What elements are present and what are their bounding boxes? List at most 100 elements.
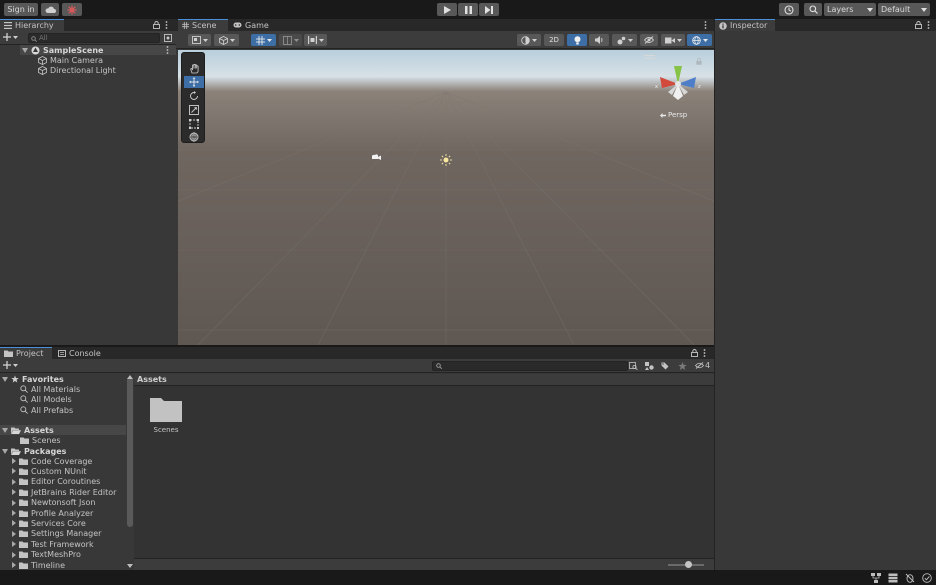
package-label: Settings Manager <box>31 529 102 539</box>
rect-tool[interactable] <box>184 118 204 130</box>
assets-item-scenes[interactable]: Scenes <box>20 435 61 445</box>
audio-toggle[interactable] <box>589 34 609 46</box>
collab-button[interactable] <box>62 3 82 16</box>
check-circle-icon[interactable] <box>922 573 932 583</box>
package-label: Code Coverage <box>31 456 93 466</box>
package-label: Profile Analyzer <box>31 508 94 518</box>
create-asset-button[interactable] <box>3 361 18 369</box>
hierarchy-item-directional-light[interactable]: Directional Light <box>38 65 116 75</box>
tag-icon[interactable] <box>661 362 669 370</box>
kebab-menu-icon[interactable] <box>704 21 707 29</box>
package-item[interactable]: Code Coverage <box>12 456 92 466</box>
effects-dropdown[interactable] <box>612 34 637 46</box>
step-button[interactable] <box>479 3 499 16</box>
scale-tool[interactable] <box>184 104 204 116</box>
debug-mode-icon[interactable] <box>905 573 915 583</box>
projection-toggle[interactable]: Persp <box>660 111 687 119</box>
pause-button[interactable] <box>458 3 478 16</box>
cloud-button[interactable] <box>41 3 59 16</box>
scene-visibility-toggle[interactable] <box>640 34 658 46</box>
inspector-tabbar: Inspector <box>715 19 936 31</box>
history-button[interactable] <box>779 3 799 16</box>
hidden-packages-toggle[interactable]: 4 <box>695 361 710 370</box>
assets-breadcrumb[interactable]: Assets <box>134 374 714 386</box>
kebab-menu-icon[interactable] <box>927 21 930 29</box>
network-icon[interactable] <box>871 573 881 583</box>
package-item[interactable]: TextMeshPro <box>12 550 81 560</box>
scene-viewport[interactable]: x z Persp <box>178 50 714 345</box>
package-item[interactable]: Timeline <box>12 560 65 570</box>
collapsed-arrow-icon <box>12 551 16 558</box>
rotate-tool[interactable] <box>184 90 204 102</box>
favorite-item-all-models[interactable]: All Models <box>20 394 72 404</box>
package-item[interactable]: Editor Coroutines <box>12 477 100 487</box>
kebab-menu-icon[interactable] <box>703 349 706 357</box>
tab-inspector[interactable]: Inspector <box>715 19 775 31</box>
cache-server-icon[interactable] <box>888 573 898 583</box>
package-item[interactable]: Services Core <box>12 518 86 528</box>
tab-game[interactable]: Game <box>229 19 279 31</box>
lock-icon[interactable] <box>153 21 160 29</box>
star-icon[interactable] <box>678 362 687 370</box>
package-item[interactable]: Newtonsoft Json <box>12 498 95 508</box>
hierarchy-scene-row[interactable]: SampleScene <box>20 45 176 55</box>
layers-dropdown[interactable]: Layers <box>824 3 876 16</box>
search-by-type-icon[interactable] <box>629 362 638 370</box>
hand-tool[interactable] <box>184 63 204 75</box>
scene-visibility-icon[interactable] <box>164 34 172 42</box>
toggle-2d-button[interactable]: 2D <box>544 34 564 46</box>
folder-icon <box>19 499 28 507</box>
package-item[interactable]: Profile Analyzer <box>12 508 93 518</box>
play-button[interactable] <box>437 3 457 16</box>
scroll-up-icon[interactable] <box>127 375 133 379</box>
hierarchy-item-main-camera[interactable]: Main Camera <box>38 55 103 65</box>
transform-tool[interactable] <box>184 131 204 143</box>
package-item[interactable]: Settings Manager <box>12 529 101 539</box>
favorites-section[interactable]: Favorites <box>2 374 64 384</box>
favorite-item-all-materials[interactable]: All Materials <box>20 384 80 394</box>
lock-icon[interactable] <box>691 349 698 357</box>
project-tree-scrollbar[interactable] <box>127 377 133 527</box>
kebab-menu-icon[interactable] <box>165 21 168 29</box>
scroll-down-icon[interactable] <box>127 564 133 568</box>
render-dropdown[interactable] <box>214 34 239 46</box>
sign-in-button[interactable]: Sign in <box>4 3 38 16</box>
lighting-toggle[interactable] <box>567 34 587 46</box>
filter-type-icon[interactable] <box>645 362 654 370</box>
project-search-input[interactable] <box>432 361 628 371</box>
shading-mode-dropdown[interactable] <box>517 34 541 46</box>
grid-snapping-toggle[interactable] <box>251 34 276 46</box>
draw-mode-dropdown[interactable] <box>188 34 211 46</box>
favorite-item-all-prefabs[interactable]: All Prefabs <box>20 405 73 415</box>
tab-scene[interactable]: Scene <box>178 19 228 31</box>
tab-hierarchy[interactable]: Hierarchy <box>0 19 64 31</box>
assets-section[interactable]: Assets <box>0 425 126 435</box>
asset-item-scenes[interactable]: Scenes <box>144 396 188 434</box>
increment-snap-dropdown[interactable] <box>279 34 302 46</box>
package-item[interactable]: JetBrains Rider Editor <box>12 487 116 497</box>
collapsed-arrow-icon <box>12 541 16 548</box>
package-item[interactable]: Test Framework <box>12 539 94 549</box>
gizmos-dropdown[interactable] <box>687 34 712 46</box>
scene-menu-icon[interactable] <box>166 46 169 54</box>
tab-console[interactable]: Console <box>54 347 106 359</box>
sun-light-icon[interactable] <box>440 154 452 166</box>
camera-dropdown[interactable] <box>661 34 685 46</box>
project-footer <box>134 558 714 570</box>
packages-section[interactable]: Packages <box>2 446 66 456</box>
add-object-button[interactable] <box>3 33 18 41</box>
package-item[interactable]: Custom NUnit <box>12 466 86 476</box>
camera-gizmo-icon[interactable] <box>372 154 381 161</box>
icon-size-slider-handle[interactable] <box>685 561 692 568</box>
gizmo-menu-icon[interactable] <box>644 55 655 59</box>
move-tool[interactable] <box>184 76 204 88</box>
layout-dropdown[interactable]: Default <box>878 3 930 16</box>
scene-name: SampleScene <box>43 45 104 55</box>
orientation-gizmo[interactable]: x z <box>652 64 704 104</box>
search-button[interactable] <box>804 3 822 16</box>
hierarchy-search-input[interactable]: All <box>28 33 160 43</box>
tab-project[interactable]: Project <box>0 347 52 359</box>
lock-icon[interactable] <box>915 21 922 29</box>
align-dropdown[interactable] <box>304 34 327 46</box>
hierarchy-tabbar: Hierarchy <box>0 19 176 31</box>
